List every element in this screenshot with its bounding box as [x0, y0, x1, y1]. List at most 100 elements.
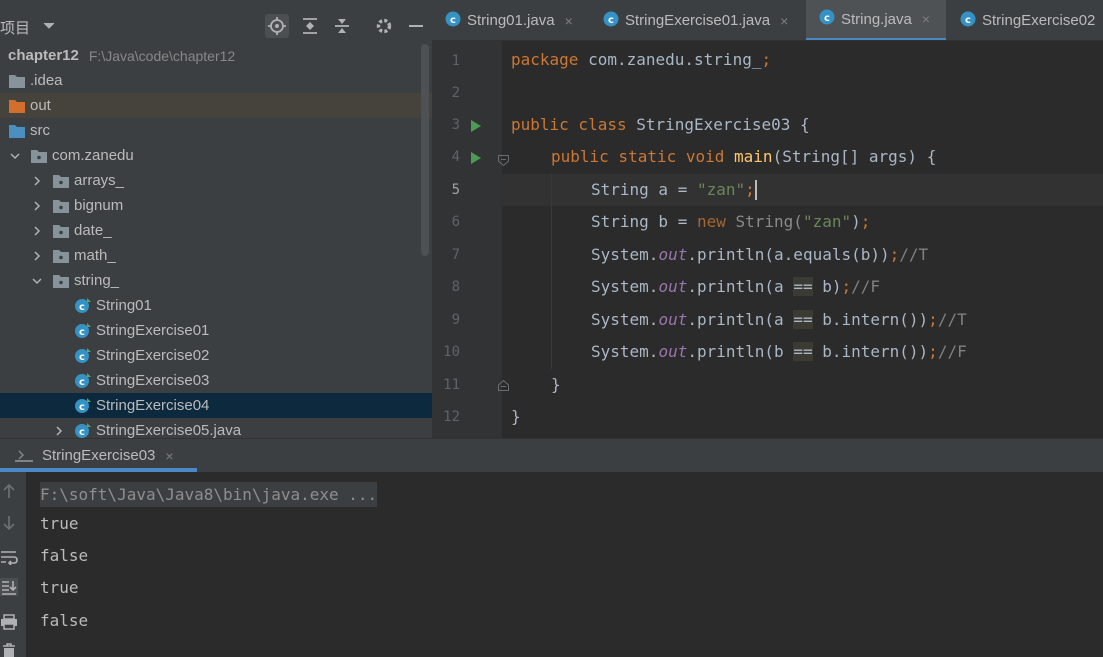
code-line-7: System.out.println(a.equals(b));//T — [591, 239, 928, 271]
tree-item-out[interactable]: out — [0, 93, 432, 118]
chevron-down-icon[interactable] — [8, 149, 22, 163]
comment: //F — [937, 342, 967, 361]
tree-item-stringexercise01[interactable]: c StringExercise01 — [0, 318, 432, 343]
close-icon[interactable]: × — [922, 11, 930, 27]
code-editor[interactable]: 1 2 3 4 5 6 7 8 9 10 11 12 package com.z… — [432, 41, 1103, 438]
semicolon: ; — [928, 310, 938, 329]
tab-string-java[interactable]: c String.java × — [806, 0, 946, 40]
tree-item-label: bignum — [74, 197, 124, 214]
tree-item-arrays[interactable]: arrays_ — [0, 168, 432, 193]
soft-wrap-icon[interactable] — [0, 548, 18, 566]
close-icon[interactable]: × — [165, 448, 173, 464]
expand-all-icon[interactable] — [298, 14, 322, 38]
locate-icon[interactable] — [265, 14, 289, 38]
project-panel-title[interactable]: 项目 — [0, 17, 30, 38]
comment: //T — [899, 245, 929, 264]
tab-label: StringExercise01.java — [625, 12, 771, 29]
line-number: 9 — [451, 312, 460, 328]
tree-item-stringexercise04[interactable]: c StringExercise04 — [0, 393, 432, 418]
code-line-1: package com.zanedu.string_; — [511, 44, 771, 76]
package-icon — [30, 147, 48, 165]
tree-item-string01[interactable]: c String01 — [0, 293, 432, 318]
chevron-right-icon[interactable] — [30, 199, 44, 213]
java-class-icon: c — [74, 397, 92, 415]
fold-icon[interactable] — [498, 153, 509, 167]
tree-item-label: out — [30, 97, 51, 114]
fold-icon[interactable] — [498, 378, 509, 391]
print-icon[interactable] — [0, 613, 18, 631]
tree-item-com-zanedu[interactable]: com.zanedu — [0, 143, 432, 168]
console-command-line: F:\soft\Java\Java8\bin\java.exe ... — [40, 482, 378, 507]
semicolon: ; — [841, 277, 852, 296]
tree-item-date[interactable]: date_ — [0, 218, 432, 243]
tree-item-bignum[interactable]: bignum — [0, 193, 432, 218]
chevron-right-icon[interactable] — [30, 249, 44, 263]
tab-stringexercise01[interactable]: c StringExercise01.java × — [590, 0, 805, 40]
svg-text:c: c — [79, 402, 85, 413]
run-class-icon[interactable] — [470, 119, 482, 133]
code-text: .println(b — [687, 342, 794, 361]
project-panel: 项目 chapter12 F:\Java\code\chapter12 .ide… — [0, 0, 432, 438]
indent-guide — [551, 174, 552, 369]
tab-string01[interactable]: c String01.java × — [432, 0, 589, 40]
line-number: 3 — [451, 117, 460, 133]
keyword: new — [696, 212, 736, 231]
java-class-icon: c — [74, 347, 92, 365]
semicolon: ; — [761, 50, 772, 69]
chevron-right-icon[interactable] — [30, 224, 44, 238]
closing-brace: } — [551, 375, 561, 394]
svg-text:c: c — [79, 302, 85, 313]
tree-item-stringexercise03[interactable]: c StringExercise03 — [0, 368, 432, 393]
tree-item-stringexercise02[interactable]: c StringExercise02 — [0, 343, 432, 368]
collapse-all-icon[interactable] — [330, 14, 354, 38]
tree-item-src[interactable]: src — [0, 118, 432, 143]
run-panel-header: StringExercise03 × — [0, 438, 1103, 472]
tree-item-math[interactable]: math_ — [0, 243, 432, 268]
trash-icon[interactable] — [0, 642, 18, 657]
string-literal: "zan" — [802, 212, 852, 231]
console-output-line: false — [40, 546, 89, 565]
code-line-10: System.out.println(b == b.intern());//F — [591, 336, 967, 368]
tree-item-string[interactable]: string_ — [0, 268, 432, 293]
line-number: 1 — [451, 53, 460, 69]
semicolon: ; — [889, 245, 900, 264]
chevron-down-icon[interactable] — [30, 274, 44, 288]
java-class-icon: c — [602, 10, 620, 32]
semicolon: ; — [928, 342, 938, 361]
gear-icon[interactable] — [372, 14, 396, 38]
tree-item-label: StringExercise05.java — [96, 422, 242, 438]
run-main-icon[interactable] — [470, 151, 482, 165]
close-icon[interactable]: × — [565, 13, 573, 29]
code-line-4: public static void main(String[] args) { — [551, 141, 936, 173]
chevron-right-icon[interactable] — [52, 424, 66, 438]
keyword: public class — [511, 115, 627, 134]
line-number: 4 — [451, 149, 460, 165]
comment: //T — [937, 310, 967, 329]
tree-item-label: com.zanedu — [52, 147, 134, 164]
scroll-to-end-icon[interactable] — [0, 578, 18, 596]
equality-operator: == — [793, 310, 813, 329]
chevron-down-icon[interactable] — [42, 19, 56, 33]
tree-item-stringexercise05[interactable]: c StringExercise05.java — [0, 418, 432, 438]
project-scrollbar[interactable] — [421, 44, 429, 256]
tab-stringexercise02[interactable]: c StringExercise02 — [947, 0, 1103, 40]
closing-brace: } — [511, 407, 521, 426]
arrow-down-icon[interactable] — [0, 514, 18, 532]
tree-item-label: chapter12 — [8, 47, 79, 64]
close-icon[interactable]: × — [780, 13, 788, 29]
code-text: System. — [591, 342, 659, 361]
tree-item-chapter12[interactable]: chapter12 F:\Java\code\chapter12 — [0, 43, 432, 68]
console-output-line: true — [40, 578, 79, 597]
java-class-icon: c — [444, 10, 462, 32]
code-text: System. — [591, 277, 659, 296]
code-text: System. — [591, 310, 659, 329]
tree-item-idea[interactable]: .idea — [0, 68, 432, 93]
console-output[interactable]: F:\soft\Java\Java8\bin\java.exe ... true… — [26, 472, 1103, 657]
chevron-right-icon[interactable] — [30, 174, 44, 188]
semicolon: ; — [860, 212, 871, 231]
code-text: b.intern()) — [812, 342, 929, 361]
minimize-icon[interactable] — [404, 14, 428, 38]
line-number: 11 — [443, 377, 460, 393]
arrow-up-icon[interactable] — [0, 482, 18, 500]
line-number: 10 — [443, 344, 460, 360]
